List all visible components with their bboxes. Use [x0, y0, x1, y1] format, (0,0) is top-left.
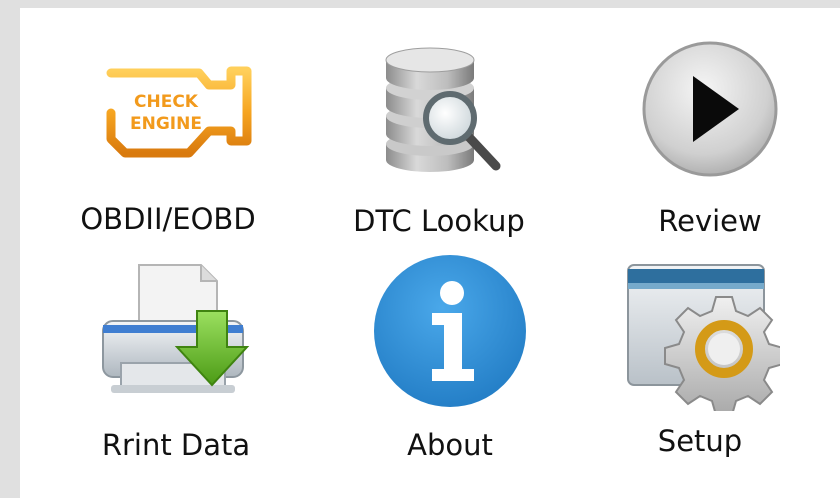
play-icon — [600, 26, 820, 191]
database-search-icon — [329, 26, 549, 191]
menu-item-label: DTC Lookup — [353, 204, 525, 238]
main-menu-panel: CHECK ENGINE OBDII/EOBD DTC Lookup Revie… — [20, 8, 840, 498]
screen: CHECK ENGINE OBDII/EOBD DTC Lookup Revie… — [0, 0, 840, 498]
menu-item-review[interactable]: Review — [600, 26, 820, 246]
check-engine-icon: CHECK ENGINE — [58, 26, 278, 191]
menu-item-about[interactable]: About — [340, 248, 560, 468]
menu-item-label: Setup — [657, 424, 743, 458]
info-icon — [340, 248, 560, 413]
menu-item-obdii-eobd[interactable]: CHECK ENGINE OBDII/EOBD — [58, 26, 278, 246]
menu-item-label: About — [407, 428, 493, 462]
menu-item-label: Rrint Data — [101, 428, 251, 462]
menu-item-print-data[interactable]: Rrint Data — [66, 248, 286, 468]
menu-item-setup[interactable]: Setup — [590, 248, 810, 468]
settings-gear-icon — [590, 248, 810, 413]
svg-text:ENGINE: ENGINE — [130, 114, 202, 134]
svg-text:CHECK: CHECK — [134, 92, 199, 112]
menu-item-label: Review — [658, 204, 762, 238]
menu-item-label: OBDII/EOBD — [80, 202, 256, 236]
printer-download-icon — [66, 248, 286, 413]
menu-item-dtc-lookup[interactable]: DTC Lookup — [329, 26, 549, 246]
